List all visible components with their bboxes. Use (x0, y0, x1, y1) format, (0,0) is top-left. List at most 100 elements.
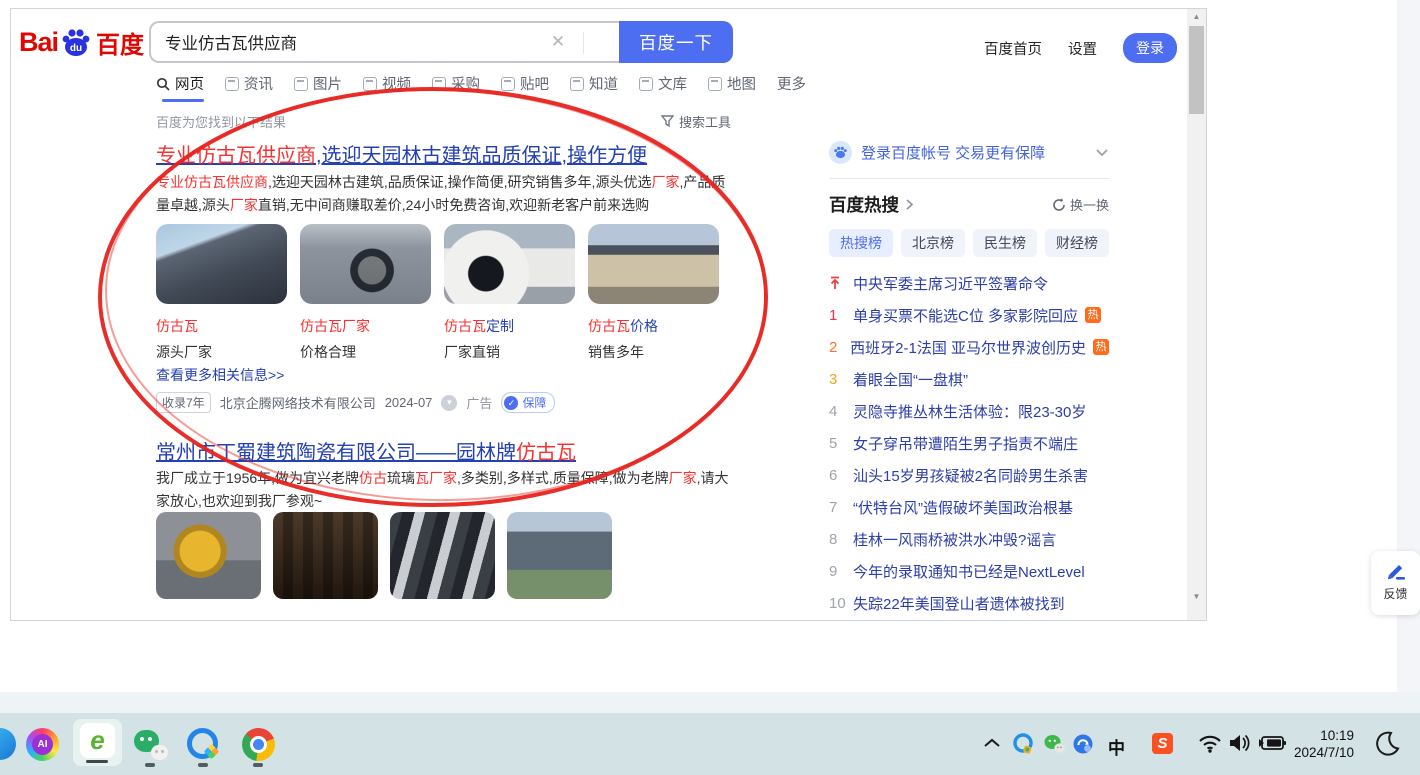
top-links: 百度首页 设置 登录 (984, 33, 1177, 63)
refresh-button[interactable]: 换一换 (1052, 195, 1109, 214)
taskbar: AI e 中 S 10:19 2024/7/10 (0, 713, 1420, 775)
nav-tab-label: 文库 (658, 77, 687, 93)
browser-360-logo: e (80, 723, 115, 758)
hidden-icons-chevron[interactable] (982, 737, 1002, 749)
hot-search-item[interactable]: 10 失踪22年美国登山者遗体被找到 (829, 587, 1109, 619)
result1-card-1[interactable]: 仿古瓦 源头厂家 (156, 224, 287, 362)
battery-charging-icon[interactable] (1258, 735, 1286, 751)
hot-search-item[interactable]: 4 灵隐寺推丛林生活体验：限23-30岁 (829, 395, 1109, 427)
qq-tray-icon[interactable] (1012, 733, 1034, 755)
wifi-icon[interactable] (1198, 734, 1222, 753)
nav-tab-more[interactable]: 更多 (777, 73, 806, 94)
hot-search-item[interactable]: 3 着眼全国“一盘棋” (829, 363, 1109, 395)
input-method-indicator[interactable]: 中 (1108, 734, 1125, 759)
traditional-tile-roof-photo[interactable] (156, 224, 287, 304)
nav-tab-map[interactable]: 地图 (708, 73, 756, 94)
page-scrollbar[interactable]: ▲ ▼ (1187, 9, 1206, 620)
map-icon (708, 76, 722, 91)
nav-tab-tieba[interactable]: 贴吧 (501, 73, 549, 94)
hot-search-item[interactable]: 6 汕头15岁男孩疑被2名同龄男生杀害 (829, 459, 1109, 491)
tab-finance[interactable]: 财经榜 (1045, 229, 1109, 257)
browser-360-icon-active[interactable]: e (73, 719, 122, 766)
tab-livelihood[interactable]: 民生榜 (973, 229, 1037, 257)
hot-search-item[interactable]: 1 单身买票不能选C位 多家影院回应 热 (829, 299, 1109, 331)
nav-tab-label: 贴吧 (520, 77, 549, 93)
result1-title-link[interactable]: 专业仿古瓦供应商,选迎天园林古建筑品质保证,操作方便 (156, 139, 647, 168)
scrollbar-thumb[interactable] (1189, 26, 1204, 114)
wecom-icon[interactable] (187, 728, 220, 760)
login-button[interactable]: 登录 (1123, 33, 1177, 63)
search-tools-label: 搜索工具 (678, 115, 731, 130)
tab-beijing[interactable]: 北京榜 (901, 229, 965, 257)
vertical-nav-tabs: 网页 资讯 图片 视频 采购 贴吧 知道 文库 地图 更多 (156, 73, 806, 94)
nav-tab-web[interactable]: 网页 (156, 73, 204, 94)
protection-badge[interactable]: ✓ 保障 (501, 392, 556, 413)
nav-tab-wenku[interactable]: 文库 (639, 73, 687, 94)
hot-search-item[interactable]: 7 “伏特台风”造假破坏美国政治根基 (829, 491, 1109, 523)
night-mode-moon-icon[interactable] (1376, 731, 1400, 757)
feedback-label: 反馈 (1383, 587, 1408, 601)
hot-search-item[interactable]: 8 桂林一风雨桥被洪水冲毁?谣言 (829, 523, 1109, 555)
advertiser-name: 北京企腾网络技术有限公司 (219, 396, 376, 411)
nav-tab-zhidao[interactable]: 知道 (570, 73, 618, 94)
zhidao-icon (570, 76, 584, 91)
see-more-link[interactable]: 查看更多相关信息>> (156, 365, 284, 385)
hot-search-item[interactable]: 9 今年的录取通知书已经是NextLevel (829, 555, 1109, 587)
chevron-down-icon[interactable] (1095, 148, 1109, 157)
temple-roof-photo[interactable] (507, 512, 612, 599)
hot-search-item[interactable]: 2 西班牙2-1法国 亚马尔世界波创历史 热 (829, 331, 1109, 363)
tab-hot-list[interactable]: 热搜榜 (829, 229, 893, 257)
result1-card-4[interactable]: 仿古瓦价格 销售多年 (588, 224, 719, 362)
moon-gate-courtyard-photo[interactable] (444, 224, 575, 304)
result1-card-3[interactable]: 仿古瓦定制 厂家直销 (444, 224, 575, 362)
rank-number: 8 (829, 530, 838, 548)
scroll-down-icon[interactable]: ▼ (1187, 589, 1206, 605)
settings-link[interactable]: 设置 (1068, 38, 1097, 59)
rank-number: 2 (829, 338, 838, 356)
wechat-icon[interactable] (134, 728, 168, 762)
feedback-button[interactable]: 反馈 (1371, 551, 1420, 615)
result1-card-2[interactable]: 仿古瓦厂家 价格合理 (300, 224, 431, 362)
nav-tab-news[interactable]: 资讯 (225, 73, 273, 94)
baidu-home-link[interactable]: 百度首页 (984, 38, 1042, 59)
clay-tiles-floor-photo[interactable] (390, 512, 495, 599)
wechat-tray-icon[interactable] (1044, 734, 1065, 754)
rank-number: 7 (829, 498, 838, 516)
hot-search-title[interactable]: 百度热搜 (829, 192, 899, 217)
result2-title-link[interactable]: 常州市丁蜀建筑陶瓷有限公司——园林牌仿古瓦 (156, 436, 576, 465)
hot-search-item[interactable]: 5 女子穿吊带遭陌生男子指责不端庄 (829, 427, 1109, 459)
chrome-icon[interactable] (242, 728, 275, 761)
sogou-tray-icon[interactable]: S (1152, 733, 1173, 754)
scroll-up-icon[interactable]: ▲ (1187, 9, 1206, 25)
golden-finial-photo[interactable] (156, 512, 261, 599)
stone-archway-photo[interactable] (588, 224, 719, 304)
search-input[interactable] (165, 23, 525, 61)
result1-source-row: 收录7年 北京企腾网络技术有限公司 2024-07 ▾ 广告 ✓ 保障 (156, 392, 556, 413)
ai-assistant-icon[interactable]: AI (26, 728, 59, 761)
svg-text:du: du (70, 43, 82, 54)
search-button[interactable]: 百度一下 (619, 21, 733, 63)
news-icon (225, 76, 239, 91)
hot-search-item[interactable]: 中央军委主席习近平签署命令 (829, 267, 1109, 299)
sidebar-divider (829, 178, 1109, 179)
nav-tab-label: 更多 (777, 77, 806, 93)
search-tools-button[interactable]: 搜索工具 (660, 112, 731, 131)
card-keyword: 仿古瓦 (156, 318, 198, 334)
nav-tab-video[interactable]: 视频 (363, 73, 411, 94)
ad-options-icon[interactable]: ▾ (441, 394, 458, 411)
taskbar-clock[interactable]: 10:19 2024/7/10 (1294, 727, 1354, 761)
edge-partial-icon[interactable] (0, 728, 16, 760)
cloud-sync-tray-icon[interactable] (1072, 733, 1095, 755)
hot-search-header: 百度热搜 换一换 (829, 192, 1109, 217)
card-keyword: 仿古瓦 (444, 318, 486, 334)
nav-tab-images[interactable]: 图片 (294, 73, 342, 94)
login-banner[interactable]: 登录百度帐号 交易更有保障 (829, 141, 1109, 164)
browser-page-panel: Bai du 百度 ✕ 百度一下 百度首页 设置 登录 网页 (10, 8, 1207, 621)
brick-gate-circle-photo[interactable] (300, 224, 431, 304)
clear-search-icon[interactable]: ✕ (547, 31, 569, 53)
volume-icon[interactable] (1228, 733, 1252, 753)
search-box[interactable]: ✕ (149, 21, 621, 63)
baidu-logo[interactable]: Bai du 百度 (19, 25, 144, 60)
nav-tab-procurement[interactable]: 采购 (432, 73, 480, 94)
tile-warehouse-photo[interactable] (273, 512, 378, 599)
